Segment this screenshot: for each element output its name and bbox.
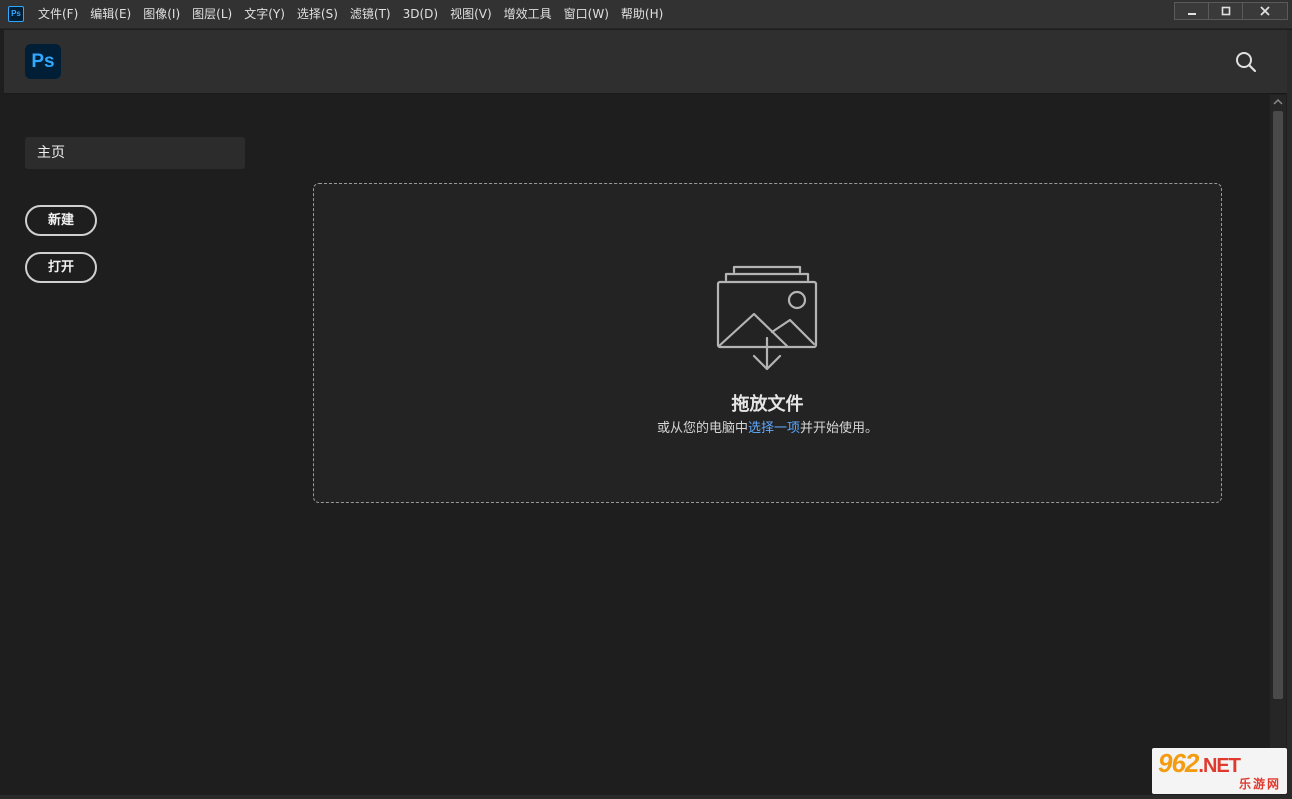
- window-controls: [1174, 2, 1288, 20]
- menu-layer[interactable]: 图层(L): [186, 0, 238, 29]
- menu-window[interactable]: 窗口(W): [558, 0, 615, 29]
- close-icon: [1260, 6, 1270, 16]
- sidebar-item-home[interactable]: 主页: [25, 137, 245, 169]
- vertical-scrollbar[interactable]: [1270, 95, 1286, 795]
- menu-3d[interactable]: 3D(D): [397, 0, 444, 29]
- open-button[interactable]: 打开: [25, 252, 97, 283]
- menu-bar: 文件(F) 编辑(E) 图像(I) 图层(L) 文字(Y) 选择(S) 滤镜(T…: [32, 0, 669, 29]
- minimize-button[interactable]: [1174, 2, 1209, 20]
- menu-filter[interactable]: 滤镜(T): [344, 0, 397, 29]
- menu-plugins[interactable]: 增效工具: [498, 0, 558, 29]
- menu-image[interactable]: 图像(I): [137, 0, 186, 29]
- menu-help[interactable]: 帮助(H): [615, 0, 669, 29]
- window-edge: [1287, 30, 1292, 799]
- search-icon: [1236, 52, 1257, 73]
- restore-button[interactable]: [1208, 2, 1243, 20]
- drop-subtitle-prefix: 或从您的电脑中: [656, 421, 748, 436]
- menu-view[interactable]: 视图(V): [444, 0, 498, 29]
- choose-file-link[interactable]: 选择一项: [748, 421, 800, 436]
- restore-icon: [1221, 6, 1230, 16]
- home-content: 主页 新建 打开 拖放文件 或从您的电脑中选择一项并开始使用。: [4, 95, 1270, 795]
- scrollbar-thumb[interactable]: [1273, 111, 1283, 699]
- window-bottom-edge: [0, 795, 1292, 799]
- drop-title: 拖放文件: [731, 394, 804, 415]
- site-watermark: 962.NET 乐游网: [1152, 748, 1287, 794]
- scroll-up-icon[interactable]: [1270, 95, 1286, 109]
- photoshop-logo: Ps: [25, 44, 61, 79]
- app-icon[interactable]: Ps: [8, 6, 24, 22]
- search-button[interactable]: [1234, 50, 1258, 74]
- drop-zone[interactable]: 拖放文件 或从您的电脑中选择一项并开始使用。: [313, 183, 1222, 503]
- menu-select[interactable]: 选择(S): [291, 0, 344, 29]
- close-button[interactable]: [1242, 2, 1288, 20]
- minimize-icon: [1187, 13, 1196, 15]
- title-bar: Ps 文件(F) 编辑(E) 图像(I) 图层(L) 文字(Y) 选择(S) 滤…: [0, 0, 1292, 29]
- watermark-number: 962.NET: [1158, 748, 1241, 778]
- watermark-text: 乐游网: [1238, 777, 1281, 791]
- menu-type[interactable]: 文字(Y): [238, 0, 291, 29]
- drop-subtitle-suffix: 并开始使用。: [800, 421, 879, 436]
- menu-file[interactable]: 文件(F): [32, 0, 84, 29]
- image-stack-download-icon: [716, 265, 818, 371]
- menu-edit[interactable]: 编辑(E): [84, 0, 137, 29]
- home-header: Ps: [4, 30, 1288, 94]
- new-button[interactable]: 新建: [25, 205, 97, 236]
- drop-subtitle: 或从您的电脑中选择一项并开始使用。: [314, 417, 1221, 436]
